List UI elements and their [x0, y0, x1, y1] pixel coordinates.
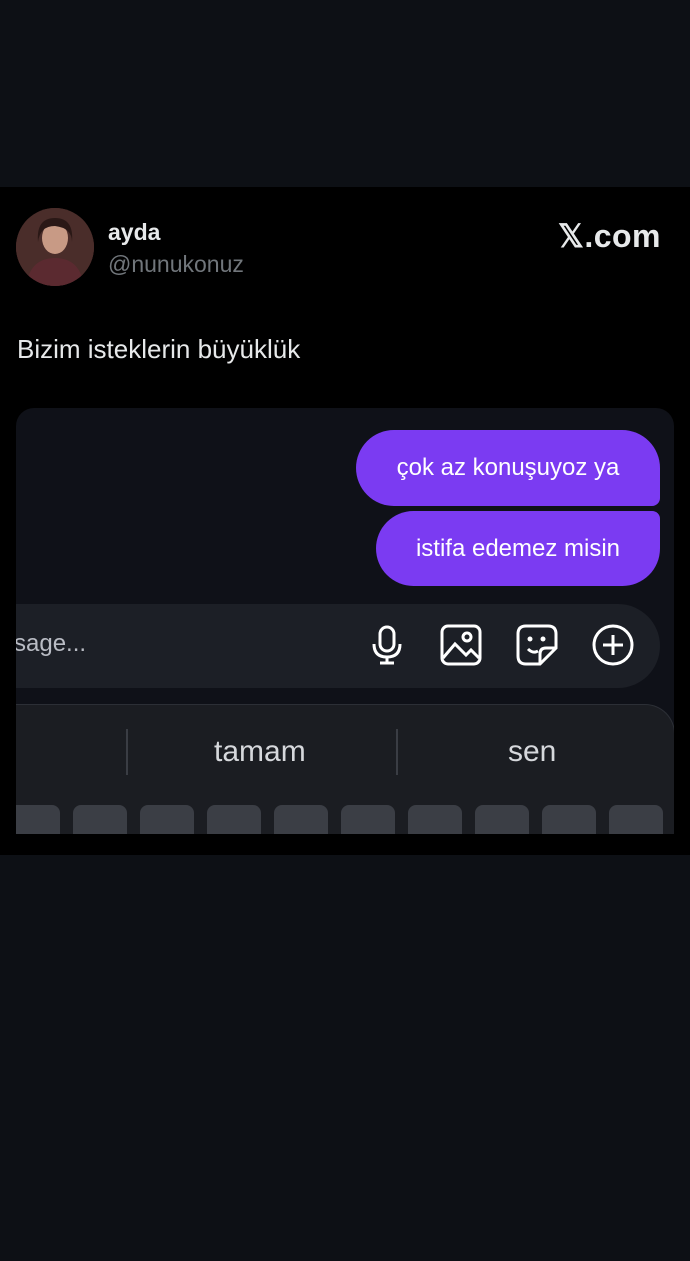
- author-handle[interactable]: @nunukonuz: [108, 251, 244, 278]
- author-name[interactable]: ayda: [108, 219, 160, 246]
- plus-circle-icon[interactable]: [590, 622, 636, 668]
- keyboard-key[interactable]: [341, 805, 395, 834]
- keyboard-key[interactable]: [207, 805, 261, 834]
- suggestion-separator: [396, 729, 398, 775]
- tweet-media[interactable]: çok az konuşuyoz ya istifa edemez misin …: [16, 408, 674, 834]
- message-bubble: istifa edemez misin: [376, 511, 660, 586]
- sticker-icon[interactable]: [514, 622, 560, 668]
- tweet-card: ayda @nunukonuz 𝕏.com Bizim isteklerin b…: [0, 187, 690, 855]
- keyboard-key[interactable]: [274, 805, 328, 834]
- microphone-icon[interactable]: [364, 622, 410, 668]
- avatar[interactable]: [16, 208, 94, 286]
- suggestion-separator: [126, 729, 128, 775]
- keyboard-key[interactable]: [542, 805, 596, 834]
- message-bubble: çok az konuşuyoz ya: [356, 430, 660, 506]
- suggestion-item[interactable]: sen: [508, 735, 556, 769]
- message-composer[interactable]: sage...: [16, 604, 660, 688]
- keyboard-key[interactable]: [73, 805, 127, 834]
- avatar-image: [16, 208, 94, 286]
- keyboard-key[interactable]: [140, 805, 194, 834]
- message-input-placeholder: sage...: [16, 630, 87, 657]
- keyboard-key[interactable]: [475, 805, 529, 834]
- suggestion-item[interactable]: tamam: [214, 735, 306, 769]
- keyboard-key[interactable]: [16, 805, 60, 834]
- keyboard-key[interactable]: [408, 805, 462, 834]
- keyboard: tamam sen: [16, 704, 674, 834]
- brand-logo: 𝕏.com: [558, 218, 661, 254]
- image-icon[interactable]: [438, 622, 484, 668]
- keyboard-key[interactable]: [609, 805, 663, 834]
- tweet-text: Bizim isteklerin büyüklük: [17, 334, 301, 364]
